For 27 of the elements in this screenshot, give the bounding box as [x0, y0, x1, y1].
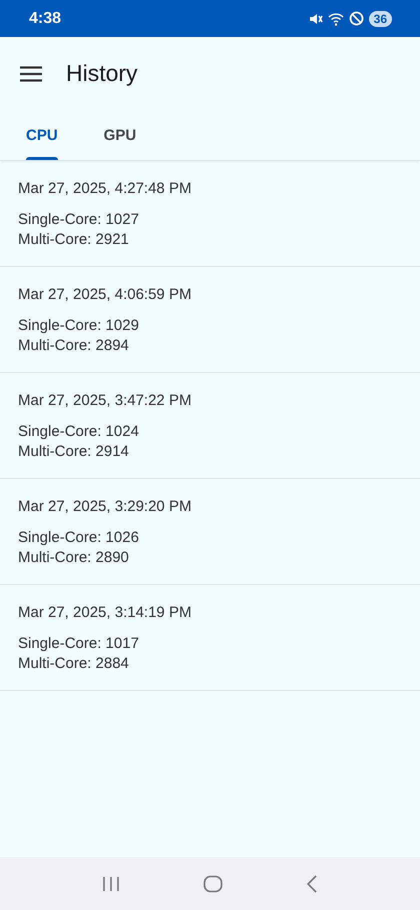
- tab[interactable]: GPU: [84, 110, 156, 160]
- screen-title: History: [66, 60, 138, 87]
- single-core-score: Single-Core: 1017: [18, 634, 140, 654]
- single-core-score: Single-Core: 1026: [18, 528, 140, 548]
- result-timestamp: Mar 27, 2025, 3:29:20 PM: [18, 498, 192, 515]
- battery-level: 36: [368, 10, 392, 26]
- home-icon[interactable]: [202, 874, 223, 892]
- multi-core-score: Multi-Core: 2921: [18, 230, 130, 250]
- multi-core-score: Multi-Core: 2884: [18, 654, 130, 674]
- single-core-score: Single-Core: 1024: [18, 422, 140, 442]
- single-core-score: Single-Core: 1029: [18, 316, 140, 336]
- mute-icon: [308, 12, 323, 26]
- result-timestamp: Mar 27, 2025, 3:14:19 PM: [18, 604, 192, 621]
- tab[interactable]: CPU: [6, 110, 78, 160]
- clock: 4:38: [29, 10, 62, 28]
- wifi-icon: [328, 12, 344, 26]
- block-icon: [348, 11, 364, 26]
- single-core-score: Single-Core: 1027: [18, 210, 140, 230]
- result-timestamp: Mar 27, 2025, 4:06:59 PM: [18, 286, 192, 303]
- multi-core-score: Multi-Core: 2894: [18, 336, 130, 356]
- result-timestamp: Mar 27, 2025, 4:27:48 PM: [18, 180, 192, 197]
- recents-icon[interactable]: [102, 876, 120, 892]
- back-icon[interactable]: [306, 874, 318, 892]
- multi-core-score: Multi-Core: 2890: [18, 548, 130, 568]
- menu-icon[interactable]: [20, 66, 42, 82]
- multi-core-score: Multi-Core: 2914: [18, 442, 130, 462]
- result-timestamp: Mar 27, 2025, 3:47:22 PM: [18, 392, 192, 409]
